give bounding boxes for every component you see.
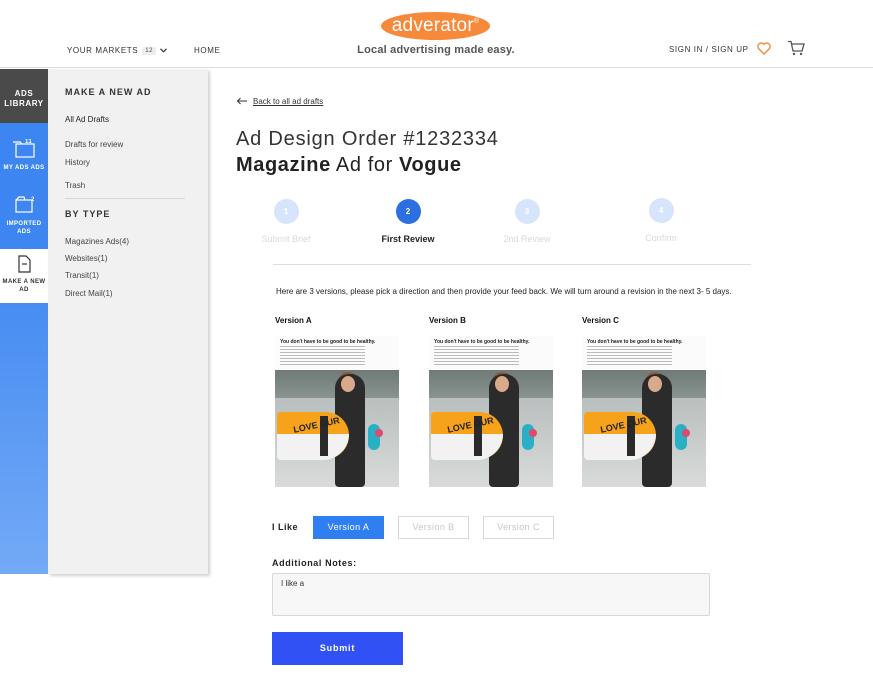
ad-preview-image[interactable]: You don't have to be good to be healthy.… [429,336,553,487]
version-label: Version B [429,316,466,325]
additional-notes-label: Additional Notes: [272,558,357,568]
step-first-review: 2 First Review [358,199,458,244]
sidebar-item-direct-mail[interactable]: Direct Mail(1) [65,289,113,298]
ad-title: Magazine Ad for Vogue [236,154,462,177]
imported-ads-button[interactable]: 2 IMPORTED ADS [0,195,48,236]
your-markets-dropdown[interactable]: YOUR MARKETS 12 [67,46,168,55]
chevron-down-icon [160,46,168,55]
sidebar-item-all-ad-drafts[interactable]: All Ad Drafts [65,115,109,124]
top-header: adverator® Local advertising made easy. … [0,0,873,68]
registered-mark: ® [473,18,480,25]
home-link[interactable]: HOME [194,46,220,55]
step-submit-brief: 1 Submit Brief [236,199,336,244]
make-new-ad-button[interactable]: MAKE A NEW AD [0,249,48,303]
cart-icon[interactable] [787,40,805,56]
i-like-label: I Like [272,522,299,532]
sidebar-divider [65,198,185,199]
ad-preview-image[interactable]: You don't have to be good to be healthy.… [582,336,706,487]
folder-icon: 11 [0,139,48,162]
version-card-a: Version A You don't have to be good to b… [275,316,399,487]
sign-in-link[interactable]: SIGN IN / SIGN UP [669,45,749,54]
choose-version-b-button[interactable]: Version B [398,516,469,539]
version-label: Version A [275,316,312,325]
sidebar-section-title: MAKE A NEW AD [65,87,152,97]
version-card-c: Version C You don't have to be good to b… [582,316,706,487]
step-2nd-review: 3 2nd Review [477,199,577,244]
back-link[interactable]: Back to all ad drafts [236,97,323,106]
step-label: Submit Brief [261,234,311,244]
ads-library-button[interactable]: ADS LIBRARY [0,69,48,123]
step-label: First Review [381,234,435,244]
ad-headline: You don't have to be good to be healthy. [280,339,376,345]
logo-text: adverator [391,15,474,36]
arrow-left-icon [236,97,248,106]
ad-client: Vogue [399,154,462,176]
sidebar-item-drafts-for-review[interactable]: Drafts for review [65,140,123,149]
step-number: 1 [273,199,299,224]
sidebar-item-transit[interactable]: Transit(1) [65,271,99,280]
ad-type: Magazine [236,154,331,176]
sidebar-item-magazines[interactable]: Magazines Ads(4) [65,237,129,246]
steps-divider [273,264,751,265]
my-ads-button[interactable]: 11 MY ADS ADS [0,139,48,172]
step-number: 2 [395,199,421,224]
tagline: Local advertising made easy. [357,44,515,56]
imported-ads-label: IMPORTED ADS [6,221,42,235]
markets-label: YOUR MARKETS [67,46,139,55]
markets-count-badge: 12 [142,46,157,55]
back-link-label: Back to all ad drafts [253,97,324,106]
folder-icon: 2 [0,195,48,218]
my-ads-label: MY ADS ADS [3,165,45,171]
ad-preview-image[interactable]: You don't have to be good to be healthy.… [275,336,399,487]
choose-version-c-button[interactable]: Version C [483,516,554,539]
icon-rail: ADS LIBRARY 11 MY ADS ADS 2 IMPORTED ADS… [0,69,48,574]
sidebar-item-history[interactable]: History [65,158,90,167]
version-card-b: Version B You don't have to be good to b… [429,316,553,487]
version-label: Version C [582,316,619,325]
step-number: 3 [514,199,540,224]
heart-icon[interactable] [757,42,771,57]
ad-headline: You don't have to be good to be healthy. [434,339,530,345]
choose-version-a-button[interactable]: Version A [313,516,384,539]
adverator-logo[interactable]: adverator® [381,12,490,40]
my-ads-count: 11 [25,139,32,145]
additional-notes-field[interactable]: I like a [272,573,710,616]
instructions-text: Here are 3 versions, please pick a direc… [276,287,732,296]
sidebar-item-websites[interactable]: Websites(1) [65,254,108,263]
step-number: 4 [648,198,674,223]
step-label: Confirm [645,233,677,243]
make-new-ad-label: MAKE A NEW AD [2,279,46,293]
order-title: Ad Design Order #1232334 [236,128,499,150]
submit-button[interactable]: Submit [272,632,403,665]
ad-headline: You don't have to be good to be healthy. [587,339,683,345]
ad-title-middle: Ad for [330,154,399,176]
document-icon [0,255,48,276]
step-confirm: 4 Confirm [611,198,711,243]
by-type-title: BY TYPE [65,209,111,219]
imported-count: 2 [31,197,35,203]
sidebar-item-trash[interactable]: Trash [65,181,85,190]
step-label: 2nd Review [503,234,551,244]
sidebar-panel: MAKE A NEW AD All Ad Drafts Drafts for r… [48,69,208,574]
